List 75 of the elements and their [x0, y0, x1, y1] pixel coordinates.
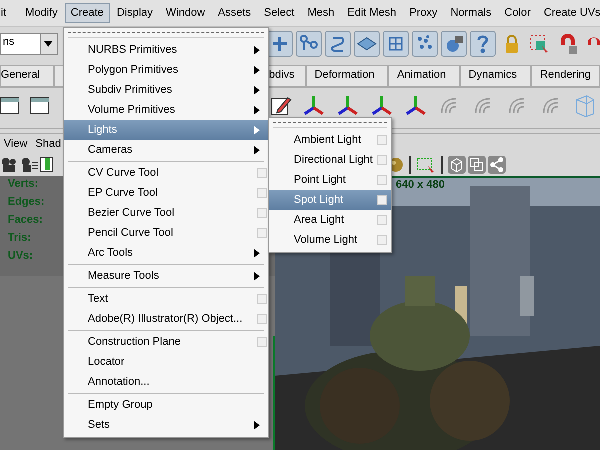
menu-item[interactable]: Modify — [20, 3, 64, 23]
menu-item[interactable]: Create UVs — [538, 3, 600, 23]
mode-dropdown[interactable]: ns — [0, 33, 58, 55]
layers-icon[interactable] — [468, 156, 486, 174]
menu-item[interactable]: it — [0, 3, 12, 23]
menu-item[interactable]: Measure Tools — [64, 266, 268, 286]
shelf-tab[interactable]: Animation — [388, 65, 460, 87]
menu-item[interactable]: Window — [160, 3, 212, 23]
menu-item[interactable]: Construction Plane — [64, 332, 268, 352]
hud-label: Tris: — [8, 232, 32, 244]
menu-item[interactable]: Edit Mesh — [342, 3, 403, 23]
plus-icon[interactable] — [267, 31, 293, 57]
menu-item[interactable]: Select — [258, 3, 301, 23]
help-icon[interactable] — [470, 31, 496, 57]
wireframe-icon[interactable] — [574, 94, 596, 118]
menu-item[interactable]: Locator — [64, 352, 268, 372]
menu-item[interactable]: Cameras — [64, 140, 268, 160]
hud-label: UVs: — [8, 250, 34, 262]
tear-off-line[interactable] — [273, 122, 387, 128]
menu-item[interactable]: Proxy — [404, 3, 444, 23]
pencil-icon[interactable] — [270, 95, 292, 117]
panel-menu-item[interactable]: View — [4, 138, 28, 150]
menu-item[interactable]: NURBS Primitives — [64, 40, 268, 60]
menu-item[interactable]: Text — [64, 289, 268, 309]
menu-item[interactable]: Point Light — [269, 170, 391, 190]
shelf-tab[interactable]: Deformation — [306, 65, 388, 87]
node-icon[interactable] — [296, 31, 322, 57]
menu-item[interactable]: Empty Group — [64, 395, 268, 415]
camera-icon[interactable] — [0, 157, 18, 173]
bookmark-icon[interactable] — [40, 157, 54, 173]
axes-icon[interactable] — [302, 94, 326, 118]
lock-icon[interactable] — [503, 33, 521, 55]
window-icon[interactable] — [0, 97, 20, 115]
divider-icon[interactable] — [406, 156, 414, 174]
menu-item[interactable]: Mesh — [302, 3, 341, 23]
axes-icon[interactable] — [370, 94, 394, 118]
axes-icon[interactable] — [404, 94, 428, 118]
grid-icon[interactable] — [383, 31, 409, 57]
window-icon[interactable] — [30, 97, 50, 115]
menu-item[interactable]: Area Light — [269, 210, 391, 230]
shelf-tab[interactable]: Rendering — [531, 65, 600, 87]
menu-item[interactable]: Sets — [64, 415, 268, 435]
menu-item[interactable]: Color — [498, 3, 537, 23]
menu-item[interactable]: Ambient Light — [269, 130, 391, 150]
menu-item[interactable]: CV Curve Tool — [64, 163, 268, 183]
menu-item[interactable]: Display — [110, 3, 160, 23]
particles-icon[interactable] — [412, 31, 438, 57]
menu-item[interactable]: EP Curve Tool — [64, 183, 268, 203]
menu-item[interactable]: Assets — [212, 3, 258, 23]
shelf-tab[interactable]: Dynamics — [460, 65, 532, 87]
caret-icon — [44, 41, 54, 47]
plane-icon[interactable] — [354, 31, 380, 57]
menu-item[interactable]: Directional Light — [269, 150, 391, 170]
share-icon[interactable] — [488, 156, 506, 174]
axes-icon[interactable] — [336, 94, 360, 118]
resolution-label: 640 x 480 — [396, 179, 445, 191]
hud-label: Verts: — [8, 178, 40, 190]
menu-item[interactable]: Annotation... — [64, 372, 268, 392]
tear-off-line[interactable] — [68, 32, 264, 38]
select-box-icon[interactable] — [528, 33, 550, 55]
menu-item[interactable]: Create — [64, 3, 110, 23]
camera-icon[interactable] — [20, 157, 38, 173]
menu-item[interactable]: Volume Primitives — [64, 100, 268, 120]
divider-icon[interactable] — [438, 156, 446, 174]
shelf-tab[interactable]: General — [0, 65, 54, 87]
menu-item[interactable]: Volume Light — [269, 230, 391, 250]
hud-label: Faces: — [8, 214, 44, 226]
menu-item[interactable]: Normals — [444, 3, 498, 23]
panel-menu-item[interactable]: Shad — [36, 138, 62, 150]
menu-item[interactable]: Pencil Curve Tool — [64, 223, 268, 243]
curve-icon[interactable] — [325, 31, 351, 57]
menu-item[interactable]: Bezier Curve Tool — [64, 203, 268, 223]
hud-label: Edges: — [8, 196, 45, 208]
menu-item[interactable]: Adobe(R) Illustrator(R) Object... — [64, 309, 268, 329]
menu-item[interactable]: Arc Tools — [64, 243, 268, 263]
